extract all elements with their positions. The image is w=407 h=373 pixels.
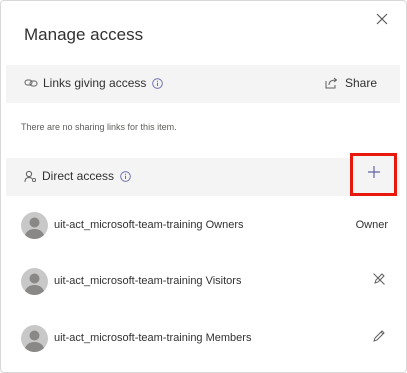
share-label: Share xyxy=(344,76,377,90)
member-name: uit-act_microsoft-team-training Visitors xyxy=(54,275,242,287)
edit-pencil-icon xyxy=(372,329,386,348)
member-row[interactable]: uit-act_microsoft-team-training Members xyxy=(6,319,400,359)
close-button[interactable] xyxy=(372,11,392,31)
person-key-icon xyxy=(24,170,37,183)
member-row[interactable]: uit-act_microsoft-team-training Visitors xyxy=(6,262,400,302)
direct-access-label: Direct access xyxy=(42,169,115,183)
member-name: uit-act_microsoft-team-training Owners xyxy=(54,219,244,231)
manage-access-dialog: Manage access Links giving access Share … xyxy=(0,0,407,373)
avatar xyxy=(21,212,48,239)
link-icon xyxy=(24,77,38,89)
share-button[interactable]: Share xyxy=(325,76,377,90)
no-links-message: There are no sharing links for this item… xyxy=(21,122,177,132)
plus-icon xyxy=(367,165,381,184)
dialog-title: Manage access xyxy=(24,25,144,44)
links-section-label: Links giving access xyxy=(43,76,147,90)
member-row[interactable]: uit-act_microsoft-team-training Owners O… xyxy=(6,206,400,246)
direct-access-section-header: Direct access xyxy=(6,158,400,196)
avatar xyxy=(21,325,48,352)
no-edit-icon xyxy=(372,272,386,291)
member-role[interactable]: Owner xyxy=(356,219,388,231)
info-icon[interactable] xyxy=(120,170,131,182)
add-direct-access-button[interactable] xyxy=(350,153,397,196)
avatar xyxy=(21,268,48,295)
permission-button[interactable] xyxy=(370,329,388,347)
links-section-header: Links giving access Share xyxy=(6,65,400,103)
close-icon xyxy=(376,12,388,30)
permission-button[interactable] xyxy=(370,272,388,290)
share-icon xyxy=(325,77,338,89)
member-name: uit-act_microsoft-team-training Members xyxy=(54,332,252,344)
info-icon[interactable] xyxy=(152,77,164,89)
